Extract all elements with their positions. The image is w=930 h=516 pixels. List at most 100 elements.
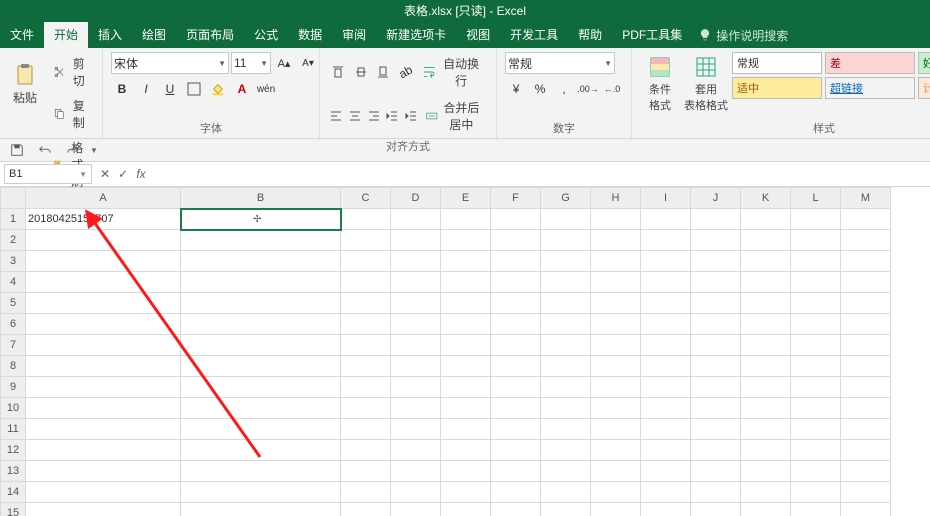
increase-font-button[interactable]: A▴ — [273, 52, 295, 74]
cell[interactable] — [341, 251, 391, 272]
cell[interactable] — [741, 356, 791, 377]
cell[interactable] — [741, 482, 791, 503]
cell[interactable] — [841, 440, 891, 461]
cell[interactable] — [591, 482, 641, 503]
cell[interactable] — [491, 314, 541, 335]
cell[interactable] — [591, 377, 641, 398]
cell[interactable] — [441, 293, 491, 314]
cell[interactable] — [591, 293, 641, 314]
cell[interactable] — [841, 230, 891, 251]
cell[interactable] — [491, 356, 541, 377]
cell[interactable] — [491, 377, 541, 398]
cell[interactable] — [791, 398, 841, 419]
paste-button[interactable]: 粘贴 — [8, 52, 42, 116]
cell[interactable]: 20180425154707 — [26, 209, 181, 230]
percent-button[interactable]: % — [529, 78, 551, 100]
cell[interactable] — [591, 251, 641, 272]
row-header[interactable]: 1 — [1, 209, 26, 230]
cell[interactable] — [541, 335, 591, 356]
col-header[interactable]: G — [541, 188, 591, 209]
cell[interactable] — [591, 419, 641, 440]
cell[interactable] — [791, 230, 841, 251]
cell[interactable] — [691, 293, 741, 314]
name-box[interactable]: B1 ▼ — [4, 164, 92, 184]
row-header[interactable]: 12 — [1, 440, 26, 461]
cell[interactable] — [341, 482, 391, 503]
cell[interactable] — [181, 314, 341, 335]
cell[interactable] — [391, 377, 441, 398]
cell[interactable] — [26, 482, 181, 503]
col-header[interactable]: F — [491, 188, 541, 209]
decrease-font-button[interactable]: A▾ — [297, 52, 319, 74]
cell[interactable] — [26, 503, 181, 516]
cell[interactable] — [391, 503, 441, 516]
cell[interactable] — [641, 398, 691, 419]
cell[interactable] — [691, 398, 741, 419]
cell[interactable] — [491, 335, 541, 356]
cell[interactable] — [341, 377, 391, 398]
bold-button[interactable]: B — [111, 78, 133, 100]
cell[interactable] — [741, 440, 791, 461]
cell[interactable] — [741, 314, 791, 335]
row-header[interactable]: 4 — [1, 272, 26, 293]
cell[interactable] — [491, 503, 541, 516]
cell[interactable] — [641, 251, 691, 272]
decrease-indent-button[interactable] — [384, 105, 401, 127]
cell[interactable] — [541, 419, 591, 440]
tab-review[interactable]: 审阅 — [332, 22, 376, 48]
comma-button[interactable]: , — [553, 78, 575, 100]
cell[interactable] — [391, 482, 441, 503]
confirm-formula-button[interactable]: ✓ — [114, 165, 132, 183]
cell[interactable] — [26, 419, 181, 440]
cell[interactable] — [441, 482, 491, 503]
col-header[interactable]: D — [391, 188, 441, 209]
cell[interactable] — [26, 293, 181, 314]
cell[interactable] — [841, 272, 891, 293]
cell[interactable] — [841, 209, 891, 230]
tab-help[interactable]: 帮助 — [568, 22, 612, 48]
cell[interactable] — [341, 356, 391, 377]
cell[interactable] — [341, 230, 391, 251]
cell[interactable] — [791, 482, 841, 503]
align-left-button[interactable] — [328, 105, 345, 127]
chevron-down-icon[interactable]: ▼ — [90, 146, 98, 155]
cell[interactable] — [791, 251, 841, 272]
wrap-text-button[interactable]: 自动换行 — [417, 52, 488, 92]
cell[interactable] — [441, 377, 491, 398]
cell[interactable] — [541, 230, 591, 251]
increase-indent-button[interactable] — [402, 105, 419, 127]
cell[interactable] — [491, 293, 541, 314]
cell[interactable] — [441, 272, 491, 293]
increase-decimal-button[interactable]: .00→ — [577, 78, 599, 100]
worksheet[interactable]: A B C D E F G H I J K L M 12018042515470… — [0, 187, 930, 516]
cell[interactable] — [541, 398, 591, 419]
cell[interactable] — [591, 335, 641, 356]
row-header[interactable]: 10 — [1, 398, 26, 419]
cell[interactable] — [691, 503, 741, 516]
cell[interactable] — [26, 461, 181, 482]
cell[interactable] — [541, 440, 591, 461]
cell[interactable] — [441, 398, 491, 419]
cell[interactable] — [591, 440, 641, 461]
cell[interactable] — [391, 398, 441, 419]
row-header[interactable]: 6 — [1, 314, 26, 335]
cell[interactable] — [341, 209, 391, 230]
formula-input[interactable] — [150, 165, 926, 183]
align-top-button[interactable] — [328, 61, 348, 83]
cell[interactable] — [791, 356, 841, 377]
cell[interactable] — [391, 293, 441, 314]
cell[interactable] — [541, 461, 591, 482]
cell[interactable] — [691, 272, 741, 293]
cell[interactable] — [641, 419, 691, 440]
cell[interactable] — [491, 398, 541, 419]
cell[interactable] — [591, 356, 641, 377]
cell[interactable] — [641, 356, 691, 377]
cell[interactable] — [181, 251, 341, 272]
cell[interactable] — [591, 230, 641, 251]
cell[interactable] — [541, 503, 591, 516]
underline-button[interactable]: U — [159, 78, 181, 100]
tab-pdf[interactable]: PDF工具集 — [612, 22, 692, 48]
cell[interactable] — [641, 272, 691, 293]
cell[interactable] — [591, 272, 641, 293]
cell[interactable] — [491, 209, 541, 230]
